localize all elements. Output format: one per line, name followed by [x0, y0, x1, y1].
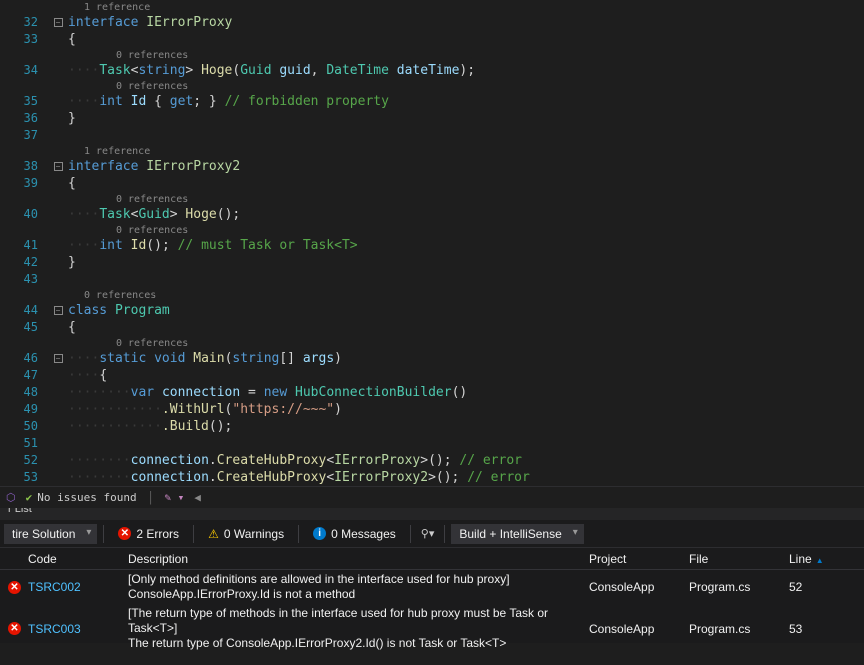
nav-prev-icon[interactable]: ◀ — [194, 491, 201, 504]
codelens[interactable]: 0 references — [68, 50, 188, 61]
code-line[interactable]: } — [68, 254, 76, 271]
codelens[interactable]: 0 references — [68, 338, 188, 349]
codelens[interactable]: 0 references — [68, 81, 188, 92]
code-line[interactable]: { — [68, 175, 76, 192]
code-line[interactable]: ········connection.CreateHubProxy<IError… — [68, 452, 522, 469]
col-file[interactable]: File — [681, 552, 781, 566]
error-list-toolbar: tire Solution ✕ 2 Errors ⚠ 0 Warnings i … — [0, 520, 864, 548]
code-line[interactable]: ········connection.CreateHubProxy<IError… — [68, 469, 530, 486]
code-line[interactable]: interface IErrorProxy — [68, 14, 232, 31]
code-line[interactable]: ····int Id(); // must Task or Task<T> — [68, 237, 358, 254]
fold-icon[interactable]: − — [48, 18, 68, 27]
filter-icon[interactable]: ⚲▾ — [417, 524, 439, 543]
code-line[interactable]: ········var connection = new HubConnecti… — [68, 384, 467, 401]
fold-icon[interactable]: − — [48, 354, 68, 363]
code-line[interactable]: { — [68, 31, 76, 48]
code-line[interactable]: interface IErrorProxy2 — [68, 158, 240, 175]
code-line[interactable]: ····Task<string> Hoge(Guid guid, DateTim… — [68, 62, 475, 79]
fold-icon[interactable]: − — [48, 162, 68, 171]
error-list-panel: r List tire Solution ✕ 2 Errors ⚠ 0 Warn… — [0, 497, 864, 643]
code-line[interactable]: ····{ — [68, 367, 107, 384]
error-row[interactable]: ✕ TSRC003 [The return type of methods in… — [0, 604, 864, 653]
col-line[interactable]: Line▲ — [781, 552, 841, 566]
code-line[interactable]: ····int Id { get; } // forbidden propert… — [68, 93, 389, 110]
code-line[interactable]: { — [68, 319, 76, 336]
code-line[interactable]: class Program — [68, 302, 170, 319]
copilot-icon[interactable]: ⬡ — [6, 491, 16, 504]
codelens[interactable]: 0 references — [68, 194, 188, 205]
col-desc[interactable]: Description — [120, 552, 581, 566]
codelens[interactable]: 1 reference — [68, 146, 150, 157]
codelens[interactable]: 0 references — [68, 290, 156, 301]
issues-status[interactable]: ✔ No issues found — [26, 491, 137, 504]
line-number: 32 — [0, 14, 48, 31]
code-line[interactable]: ····static void Main(string[] args) — [68, 350, 342, 367]
codelens[interactable]: 1 reference — [68, 2, 150, 13]
error-grid: Code Description Project File Line▲ ✕ TS… — [0, 548, 864, 653]
pen-icon[interactable]: ✎ ▾ — [164, 491, 184, 504]
col-project[interactable]: Project — [581, 552, 681, 566]
check-icon: ✔ — [26, 491, 33, 504]
fold-icon[interactable]: − — [48, 306, 68, 315]
warnings-filter[interactable]: ⚠ 0 Warnings — [200, 524, 292, 544]
error-icon: ✕ — [118, 527, 131, 540]
code-line[interactable]: } — [68, 110, 76, 127]
warning-icon: ⚠ — [208, 527, 219, 541]
editor-statusbar: ⬡ ✔ No issues found | ✎ ▾ ◀ — [0, 486, 864, 508]
error-row[interactable]: ✕ TSRC002 [Only method definitions are a… — [0, 570, 864, 604]
code-line[interactable]: ············.Build(); — [68, 418, 232, 435]
codelens[interactable]: 0 references — [68, 225, 188, 236]
grid-header[interactable]: Code Description Project File Line▲ — [0, 548, 864, 570]
sort-asc-icon: ▲ — [816, 556, 824, 565]
code-line[interactable]: ····Task<Guid> Hoge(); — [68, 206, 240, 223]
info-icon: i — [313, 527, 326, 540]
code-line[interactable]: ············.WithUrl("https://~~~") — [68, 401, 342, 418]
source-dropdown[interactable]: Build + IntelliSense — [451, 524, 583, 544]
col-code[interactable]: Code — [20, 552, 120, 566]
messages-filter[interactable]: i 0 Messages — [305, 524, 404, 544]
code-editor[interactable]: 1 reference 32−interface IErrorProxy 33{… — [0, 0, 864, 497]
scope-dropdown[interactable]: tire Solution — [4, 524, 97, 544]
errors-filter[interactable]: ✕ 2 Errors — [110, 524, 187, 544]
